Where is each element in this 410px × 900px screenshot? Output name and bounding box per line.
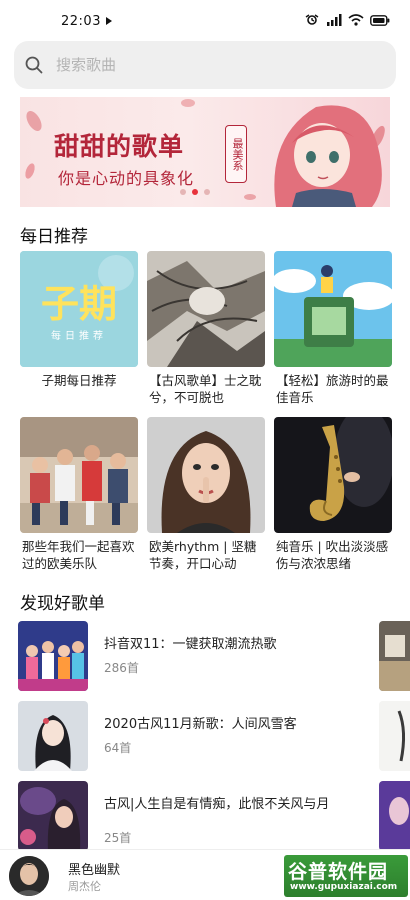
pagination-dot[interactable] (180, 189, 186, 195)
now-playing-artist: 周杰伦 (68, 880, 101, 893)
side-playlist-thumb[interactable] (379, 701, 410, 771)
cover-brand-subtext: 每日推荐 (51, 329, 107, 342)
playlist-title: 【轻松】旅游时的最佳音乐 (276, 373, 389, 405)
banner-pagination (180, 189, 210, 195)
signal-icon (327, 14, 342, 26)
portrait-cover-icon (147, 417, 265, 533)
watermark-brand: 谷普软件园 (288, 861, 389, 883)
battery-icon (370, 14, 390, 26)
band-photo-cover-icon (20, 417, 138, 533)
album-art[interactable] (9, 856, 49, 896)
track-count: 25首 (104, 831, 132, 845)
side-playlist-thumb[interactable] (379, 781, 410, 851)
search-bar[interactable] (14, 41, 396, 89)
promo-banner[interactable]: 甜甜的歌单 最美系 你是心动的具象化 (20, 97, 390, 207)
playlist-cover: 子期 每日推荐 (20, 251, 138, 367)
cover-brand-text: 子期 (41, 282, 117, 326)
playlist-cover (274, 417, 392, 533)
playlist-title: 纯音乐 | 吹出淡淡感伤与浓浓思绪 (276, 539, 389, 571)
list-item[interactable]: 古风|人生自是有情痴，此恨不关风与月 25首 (18, 781, 358, 851)
hanfu-girl-cover-icon (18, 701, 88, 771)
playlist-title: 那些年我们一起喜欢过的欧美乐队 (22, 539, 135, 571)
purple-thumb-icon (379, 781, 410, 851)
track-count: 64首 (104, 741, 132, 755)
playlist-title: 欧美rhythm | 坚糖节奏，开口心动 (149, 539, 257, 571)
anime-girl-illustration-icon (274, 105, 382, 207)
pagination-dot[interactable] (204, 189, 210, 195)
playlist-card[interactable]: 那些年我们一起喜欢过的欧美乐队 (20, 417, 138, 574)
playlist-cover (18, 621, 88, 691)
playlist-card[interactable]: 【轻松】旅游时的最佳音乐 (274, 251, 392, 408)
side-playlist-thumb[interactable] (379, 621, 410, 691)
playlist-cover (147, 417, 265, 533)
daily-section-title: 每日推荐 (20, 227, 88, 247)
status-time: 22:03 (61, 14, 101, 29)
discover-section-title: 发现好歌单 (20, 594, 105, 614)
site-watermark: 谷普软件园 www.gupuxiazai.com (284, 855, 408, 897)
banner-tag: 最美系 (225, 125, 247, 183)
list-title: 2020古风11月新歌：人间风雪客 (104, 717, 297, 732)
search-input[interactable] (56, 53, 376, 77)
anime-landscape-cover-icon (274, 251, 392, 367)
now-playing-title: 黑色幽默 (68, 863, 121, 878)
list-title: 古风|人生自是有情痴，此恨不关风与月 (104, 797, 330, 812)
track-count: 286首 (104, 661, 139, 675)
fantasy-cover-icon (18, 781, 88, 851)
banner-subtitle: 你是心动的具象化 (58, 169, 195, 188)
playlist-title: 【古风歌单】士之耽兮，不可脱也 (149, 373, 262, 405)
playlist-cover (18, 701, 88, 771)
landscape-thumb-icon (379, 621, 410, 691)
playlist-cover (18, 781, 88, 851)
saxophone-cover-icon (274, 417, 392, 533)
playlist-card[interactable]: 【古风歌单】士之耽兮，不可脱也 (147, 251, 265, 408)
wifi-icon (348, 14, 364, 26)
artist-avatar-icon (9, 856, 49, 896)
pagination-dot-active[interactable] (192, 189, 198, 195)
list-item[interactable]: 2020古风11月新歌：人间风雪客 64首 (18, 701, 358, 771)
status-icons (304, 14, 390, 26)
playlist-cover (147, 251, 265, 367)
playlist-card[interactable]: 欧美rhythm | 坚糖节奏，开口心动 (147, 417, 265, 574)
playlist-title: 子期每日推荐 (41, 373, 117, 388)
playlist-card[interactable]: 子期 每日推荐 子期每日推荐 (20, 251, 138, 408)
ink-thumb-icon (379, 701, 410, 771)
status-bar: 22:03 (0, 0, 410, 40)
group-photo-cover-icon (18, 621, 88, 691)
media-play-icon (106, 17, 112, 25)
list-title: 抖音双11：一键获取潮流热歌 (104, 637, 277, 652)
list-item[interactable]: 抖音双11：一键获取潮流热歌 286首 (18, 621, 358, 691)
alarm-icon (305, 14, 319, 25)
playlist-card[interactable]: 纯音乐 | 吹出淡淡感伤与浓浓思绪 (274, 417, 392, 574)
text-logo-icon: 子期 每日推荐 (20, 251, 138, 367)
playlist-cover (20, 417, 138, 533)
ink-sketch-cover-icon (147, 251, 265, 367)
search-icon (25, 56, 43, 74)
playlist-cover (274, 251, 392, 367)
watermark-url: www.gupuxiazai.com (290, 882, 398, 892)
banner-title: 甜甜的歌单 (54, 132, 185, 161)
